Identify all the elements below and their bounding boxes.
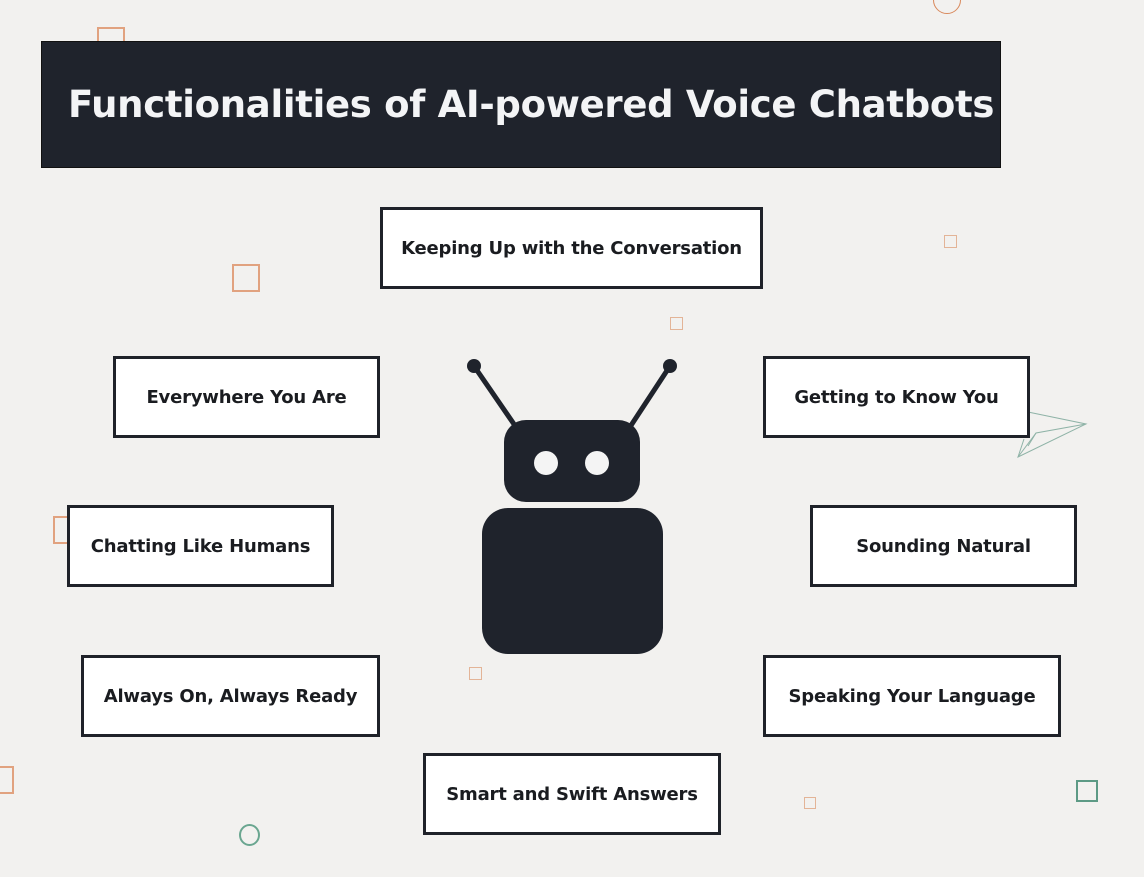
feature-box-speaking-language: Speaking Your Language [763,655,1061,737]
robot-antenna-right [625,359,677,433]
robot-eye-left [534,451,558,475]
title-banner: Functionalities of AI-powered Voice Chat… [41,41,1001,168]
feature-label: Smart and Swift Answers [446,783,698,805]
feature-box-always-on: Always On, Always Ready [81,655,380,737]
page-title: Functionalities of AI-powered Voice Chat… [68,83,995,126]
decor-square-orange-small [804,797,816,809]
feature-box-everywhere: Everywhere You Are [113,356,380,438]
robot-eye-right [585,451,609,475]
decor-square-orange [232,264,260,292]
feature-label: Keeping Up with the Conversation [401,237,742,259]
feature-box-smart-swift: Smart and Swift Answers [423,753,721,835]
feature-label: Chatting Like Humans [90,535,311,557]
robot-antenna-left [467,359,521,433]
feature-label: Everywhere You Are [146,386,347,408]
robot-icon [467,359,677,654]
robot-body [482,508,663,654]
decor-square-orange-small [944,235,957,248]
robot-head [504,420,640,502]
feature-label: Getting to Know You [794,386,999,408]
feature-label: Sounding Natural [856,535,1031,557]
feature-box-getting-to-know: Getting to Know You [763,356,1030,438]
feature-label: Always On, Always Ready [103,685,358,707]
decor-square-green [1076,780,1098,802]
decor-circle-green [239,824,260,846]
decor-square-orange [0,766,14,794]
decor-square-orange-small [670,317,683,330]
decor-circle-orange [933,0,961,14]
feature-box-chatting-like-humans: Chatting Like Humans [67,505,334,587]
feature-box-sounding-natural: Sounding Natural [810,505,1077,587]
decor-square-orange-small [469,667,482,680]
feature-label: Speaking Your Language [788,685,1036,707]
feature-box-keeping-up: Keeping Up with the Conversation [380,207,763,289]
